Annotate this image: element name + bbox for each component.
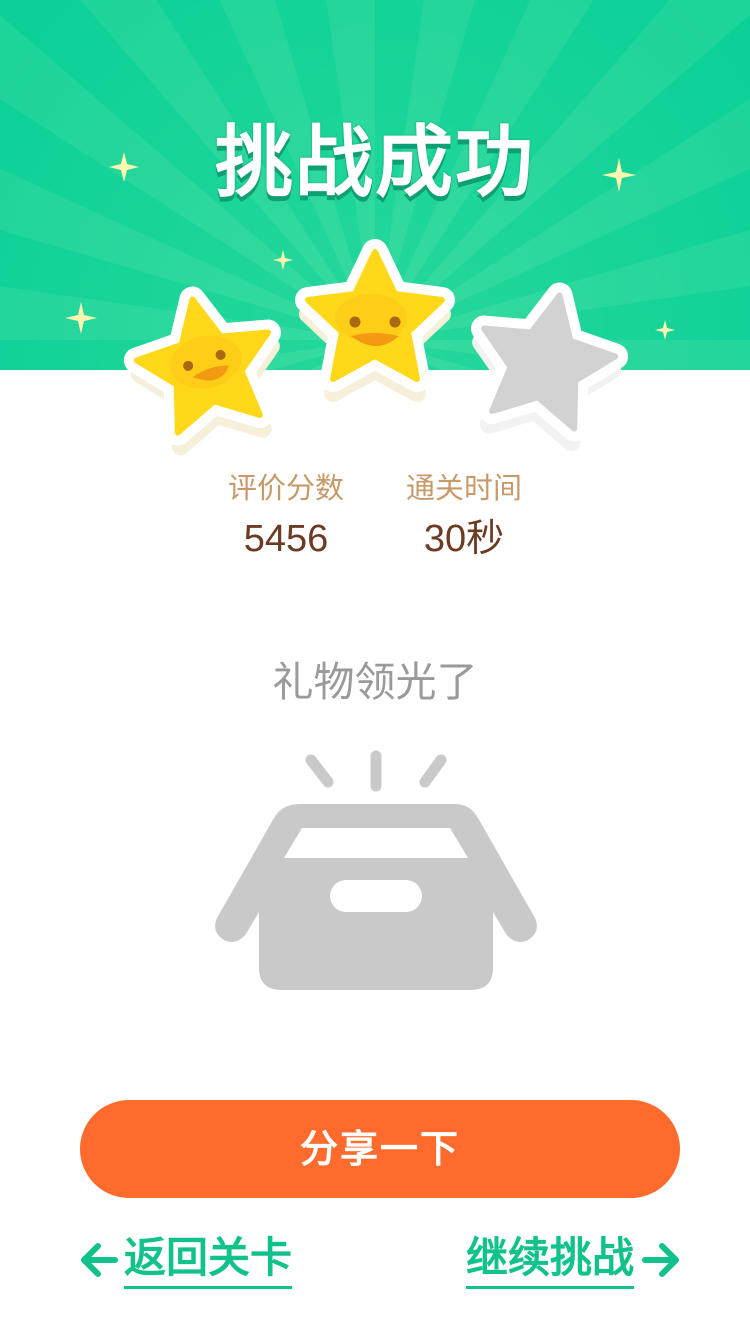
score-stat: 评价分数 5456: [186, 468, 386, 562]
gift-status-text: 礼物领光了: [272, 658, 478, 706]
continue-challenge-label: 继续挑战: [465, 1232, 634, 1289]
star-earned-icon: [308, 252, 442, 393]
page-title: 挑战成功: [214, 118, 535, 208]
star-empty-icon: [465, 282, 625, 448]
challenge-success-screen: 挑战成功 评价分数 5456 通关时间 30秒 礼物领光了 分享一下 返回关卡 …: [0, 0, 750, 1334]
time-value: 30秒: [423, 518, 505, 560]
time-stat: 通关时间 30秒: [364, 468, 564, 562]
empty-open-box-icon: [215, 750, 537, 990]
arrow-left-icon: [81, 1243, 118, 1277]
back-to-levels-link[interactable]: 返回关卡: [80, 1228, 293, 1292]
continue-challenge-link[interactable]: 继续挑战: [465, 1228, 680, 1292]
back-to-levels-label: 返回关卡: [124, 1232, 293, 1289]
score-value: 5456: [243, 518, 329, 560]
arrow-right-icon: [642, 1243, 679, 1277]
star-earned-icon: [127, 286, 287, 452]
result-stats: 评价分数 5456 通关时间 30秒: [0, 468, 750, 568]
time-label: 通关时间: [405, 471, 522, 505]
share-button[interactable]: 分享一下: [80, 1100, 680, 1198]
score-label: 评价分数: [227, 471, 344, 505]
star-rating: [0, 230, 750, 480]
